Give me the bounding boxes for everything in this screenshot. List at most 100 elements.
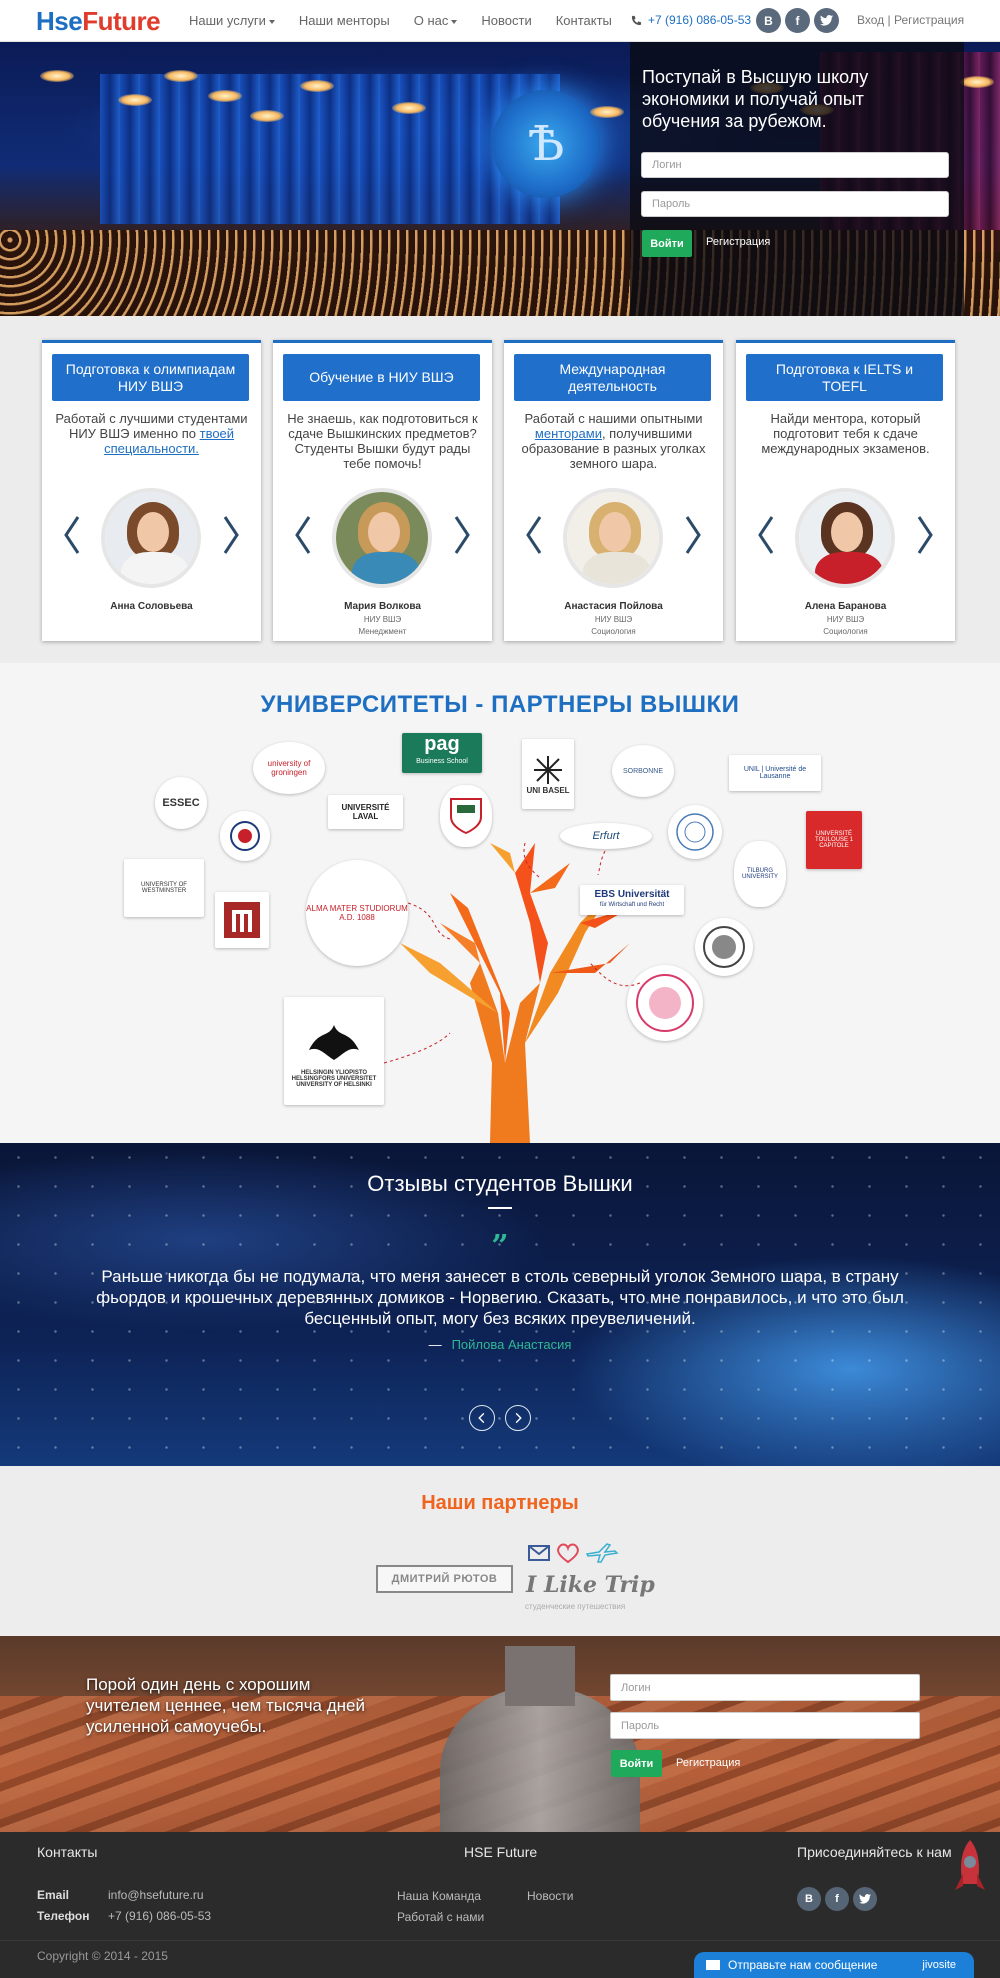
carousel-next-icon[interactable] <box>685 515 701 555</box>
twitter-icon[interactable] <box>853 1887 877 1911</box>
menu-item-about[interactable]: О нас <box>414 13 458 28</box>
vk-icon[interactable]: В <box>756 8 781 33</box>
card-header[interactable]: Обучение в НИУ ВШЭ <box>283 354 480 401</box>
header-phone[interactable]: +7 (916) 086-05-53 <box>631 13 751 27</box>
footer-brand-title: HSE Future <box>464 1844 538 1860</box>
service-card-olympiad: Подготовка к олимпиадам НИУ ВШЭ Работай … <box>42 340 261 641</box>
hero-login-panel: Поступай в Высшую школу экономики и полу… <box>630 42 964 316</box>
chat-widget-brand: jivosite <box>922 1959 956 1971</box>
partner-iliketrip-logo[interactable]: I Like Trip <box>526 1572 655 1598</box>
vk-icon[interactable]: В <box>797 1887 821 1911</box>
footer-email[interactable]: info@hsefuture.ru <box>108 1888 204 1902</box>
mentor-university: НИУ ВШЭ <box>826 615 865 624</box>
review-author: — Пойлова Анастасия <box>428 1337 572 1352</box>
auth-separator: | <box>887 13 891 27</box>
mentor-university: НИУ ВШЭ <box>363 615 402 624</box>
footer-contacts-title: Контакты <box>37 1844 98 1860</box>
footer-quote: Порой один день с хорошим учителем ценне… <box>86 1675 365 1736</box>
reviews-section: Отзывы студентов Вышки ” Раньше никогда … <box>0 1143 1000 1466</box>
top-navbar: HseFuture Наши услуги Наши менторы О нас… <box>0 0 1000 42</box>
mentor-department: Социология <box>823 627 868 636</box>
mentor-university: НИУ ВШЭ <box>594 615 633 624</box>
hero-password-input[interactable]: Пароль <box>641 191 949 217</box>
card-header[interactable]: Подготовка к IELTS и TOEFL <box>746 354 943 401</box>
reviews-divider <box>488 1207 512 1209</box>
main-menu: Наши услуги Наши менторы О нас Новости К… <box>189 13 612 28</box>
services-section: Подготовка к олимпиадам НИУ ВШЭ Работай … <box>0 316 1000 663</box>
mentor-department: Социология <box>591 627 636 636</box>
header-auth: Вход | Регистрация <box>857 13 964 27</box>
mentor-avatar <box>101 488 201 588</box>
menu-item-contacts[interactable]: Контакты <box>556 13 612 28</box>
footer-link-jobs[interactable]: Работай с нами <box>397 1910 484 1924</box>
mentor-avatar <box>332 488 432 588</box>
partners-title: Наши партнеры <box>421 1492 579 1514</box>
footer-divider <box>0 1940 1000 1941</box>
footer-email-label: Email <box>37 1888 70 1902</box>
carousel-prev-icon[interactable] <box>64 515 80 555</box>
universities-section: УНИВЕРСИТЕТЫ - ПАРТНЕРЫ ВЫШКИ pag Busines… <box>0 663 1000 1143</box>
review-next-button[interactable] <box>505 1405 531 1431</box>
envelope-icon <box>528 1545 550 1561</box>
heart-icon <box>557 1543 579 1564</box>
facebook-icon[interactable]: f <box>825 1887 849 1911</box>
carousel-prev-icon[interactable] <box>758 515 774 555</box>
hero-title: Поступай в Высшую школу экономики и полу… <box>642 67 869 131</box>
carousel-next-icon[interactable] <box>917 515 933 555</box>
footer-password-input[interactable]: Пароль <box>610 1712 920 1739</box>
partners-section: Наши партнеры ДМИТРИЙ РЮТОВ I Like Trip … <box>0 1466 1000 1636</box>
facebook-icon[interactable]: f <box>785 8 810 33</box>
plane-icon <box>585 1543 619 1563</box>
hero-login-input[interactable]: Логин <box>641 152 949 178</box>
mentor-name: Анастасия Пойлова <box>564 601 663 612</box>
site-logo[interactable]: HseFuture <box>36 6 161 37</box>
hero-submit-button[interactable]: Войти <box>642 230 692 257</box>
mentor-name: Алена Баранова <box>804 601 887 612</box>
menu-item-news[interactable]: Новости <box>481 13 531 28</box>
review-text: Раньше никогда бы не подумала, что меня … <box>96 1267 904 1328</box>
site-footer: Контакты Email info@hsefuture.ru Телефон… <box>0 1832 1000 1978</box>
envelope-icon <box>706 1960 720 1970</box>
header-phone-number: +7 (916) 086-05-53 <box>648 13 752 27</box>
register-link[interactable]: Регистрация <box>894 13 964 27</box>
card-link[interactable]: менторами <box>535 426 602 441</box>
card-header[interactable]: Подготовка к олимпиадам НИУ ВШЭ <box>52 354 249 401</box>
service-card-study: Обучение в НИУ ВШЭ Не знаешь, как подгот… <box>273 340 492 641</box>
footer-phone[interactable]: +7 (916) 086-05-53 <box>108 1909 211 1923</box>
footer-register-link[interactable]: Регистрация <box>676 1757 740 1769</box>
mentor-name: Анна Соловьева <box>110 601 193 612</box>
chat-widget-label: Отправьте нам сообщение <box>728 1958 878 1972</box>
carousel-next-icon[interactable] <box>223 515 239 555</box>
mentor-department: Менеджмент <box>358 627 407 636</box>
carousel-prev-icon[interactable] <box>295 515 311 555</box>
chat-widget-button[interactable]: Отправьте нам сообщение jivosite <box>694 1952 974 1978</box>
footer-submit-button[interactable]: Войти <box>611 1750 662 1777</box>
partner-iliketrip-subtitle: студенческие путешествия <box>525 1602 626 1611</box>
footer-phone-label: Телефон <box>37 1909 90 1923</box>
review-prev-button[interactable] <box>469 1405 495 1431</box>
card-description: Найди ментора, который подготовит тебя к… <box>761 411 930 456</box>
scroll-top-rocket-icon[interactable] <box>953 1838 987 1898</box>
carousel-next-icon[interactable] <box>454 515 470 555</box>
card-description: Работай с лучшими студентами НИУ ВШЭ име… <box>55 411 248 456</box>
footer-login-input[interactable]: Логин <box>610 1674 920 1701</box>
partner-iliketrip-icons <box>527 1542 619 1564</box>
copyright: Copyright © 2014 - 2015 <box>37 1949 168 1963</box>
card-description: Работай с нашими опытными менторами, пол… <box>521 411 706 471</box>
menu-item-services[interactable]: Наши услуги <box>189 13 275 28</box>
hero-register-link[interactable]: Регистрация <box>706 236 770 248</box>
partner-ryutov-logo[interactable]: ДМИТРИЙ РЮТОВ <box>376 1565 513 1593</box>
card-header[interactable]: Международная деятельность <box>514 354 711 401</box>
header-social: В f <box>756 8 839 33</box>
carousel-prev-icon[interactable] <box>526 515 542 555</box>
login-link[interactable]: Вход <box>857 13 884 27</box>
menu-item-mentors[interactable]: Наши менторы <box>299 13 390 28</box>
mentor-avatar <box>563 488 663 588</box>
footer-link-news[interactable]: Новости <box>527 1889 573 1903</box>
phone-icon <box>631 15 642 25</box>
footer-join-title: Присоединяйтесь к нам <box>797 1844 952 1860</box>
connector-lines <box>383 842 641 1064</box>
footer-link-team[interactable]: Наша Команда <box>397 1889 481 1903</box>
mentor-name: Мария Волкова <box>344 601 421 612</box>
twitter-icon[interactable] <box>814 8 839 33</box>
